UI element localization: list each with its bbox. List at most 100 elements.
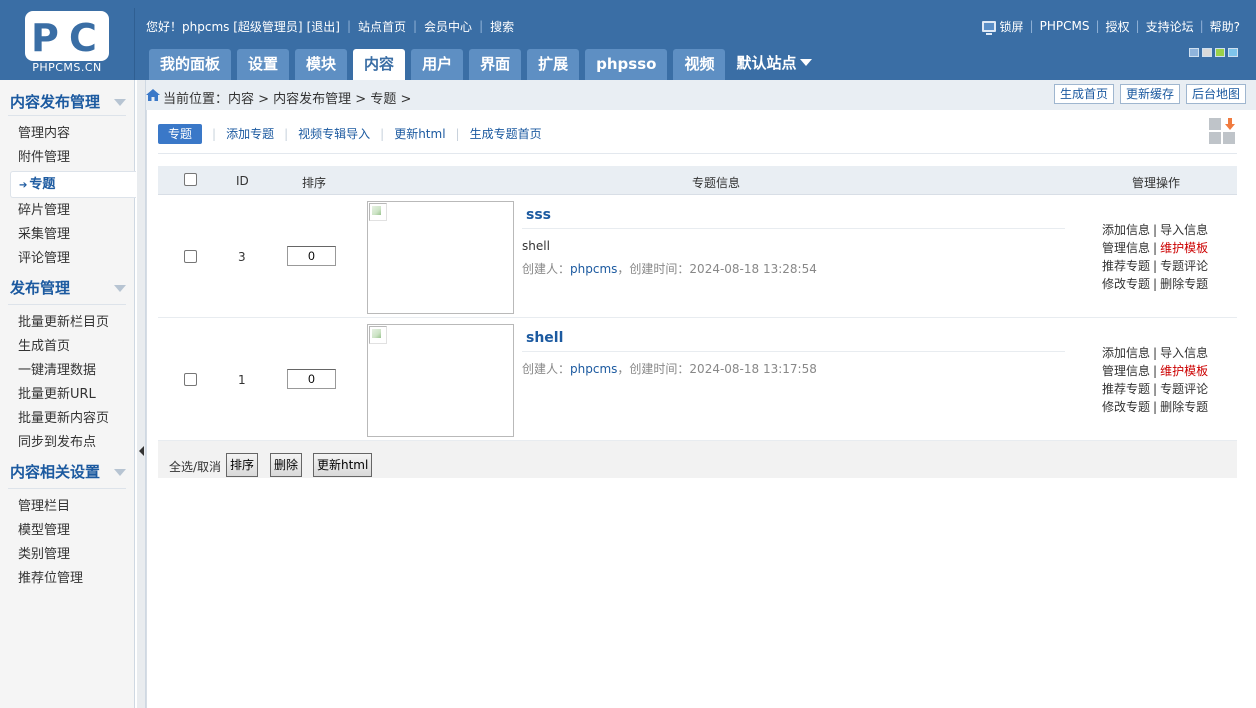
layout-toggle-icon[interactable] [1209, 118, 1236, 145]
sidebar-item[interactable]: ➔ 专题 [10, 171, 136, 198]
order-input[interactable] [287, 369, 336, 389]
arrow-right-icon: ➔ [19, 180, 28, 191]
site-selector[interactable]: 默认站点 [731, 49, 817, 80]
sidebar-item-label: 推荐位管理 [18, 571, 84, 586]
sidebar-item[interactable]: 附件管理 [0, 146, 134, 170]
nav-tab[interactable]: 界面 [469, 49, 522, 80]
delete-topic-link[interactable]: 删除专题 [1160, 400, 1208, 414]
recommend-topic-link[interactable]: 推荐专题 [1102, 259, 1150, 273]
sidebar-item[interactable]: 批量更新栏目页 [0, 311, 134, 335]
chevron-down-icon [114, 285, 126, 292]
select-all-checkbox[interactable] [184, 173, 197, 186]
phpcms-logo[interactable]: PC PHPCMS.CN [22, 11, 112, 74]
skin-swatch[interactable] [1202, 48, 1212, 57]
row-checkbox[interactable] [184, 373, 197, 386]
topic-description: shell [522, 239, 550, 253]
search-link[interactable]: 搜索 [490, 18, 514, 35]
topic-comments-link[interactable]: 专题评论 [1160, 259, 1208, 273]
topic-comments-link[interactable]: 专题评论 [1160, 382, 1208, 396]
sidebar-item[interactable]: 一键清理数据 [0, 359, 134, 383]
sidebar-item-label: 同步到发布点 [18, 435, 97, 450]
sidebar-item[interactable]: 采集管理 [0, 223, 134, 247]
maintain-template-link[interactable]: 维护模板 [1160, 364, 1208, 378]
import-video-album-link[interactable]: 视频专辑导入 [298, 124, 370, 144]
chevron-down-icon [800, 59, 813, 66]
sidebar-collapse-toggle[interactable] [137, 80, 146, 708]
creator-name-link[interactable]: phpcms [570, 362, 617, 376]
action-line: 修改专题 | 删除专题 [1102, 398, 1208, 416]
sidebar-item[interactable]: 管理内容 [0, 122, 134, 146]
update-html-button[interactable]: 更新html [313, 453, 373, 477]
nav-tab[interactable]: 扩展 [527, 49, 580, 80]
help-link[interactable]: 帮助? [1210, 18, 1240, 35]
site-home-link[interactable]: 站点首页 [358, 18, 406, 35]
nav-tab[interactable]: 内容 [353, 49, 406, 80]
sort-button[interactable]: 排序 [226, 453, 259, 477]
skin-swatch[interactable] [1228, 48, 1238, 57]
sidebar-group-title[interactable]: 内容相关设置 [0, 455, 134, 489]
nav-tab[interactable]: 设置 [237, 49, 290, 80]
nav-tab[interactable]: phpsso [585, 49, 668, 80]
nav-tab[interactable]: 模块 [295, 49, 348, 80]
manage-info-link[interactable]: 管理信息 [1102, 241, 1150, 255]
sidebar-item-label: 专题 [29, 177, 56, 192]
action-line: 推荐专题 | 专题评论 [1102, 257, 1208, 275]
row-checkbox[interactable] [184, 250, 197, 263]
delete-topic-link[interactable]: 删除专题 [1160, 277, 1208, 291]
generate-home-button[interactable]: 生成首页 [1053, 84, 1114, 104]
forum-link[interactable]: 支持论坛 [1146, 18, 1194, 35]
topic-thumbnail[interactable] [367, 201, 514, 314]
delete-button[interactable]: 删除 [270, 453, 303, 477]
tab-topics[interactable]: 专题 [158, 124, 203, 144]
creator-name-link[interactable]: phpcms [570, 262, 617, 276]
add-info-link[interactable]: 添加信息 [1102, 223, 1150, 237]
maintain-template-link[interactable]: 维护模板 [1160, 241, 1208, 255]
license-link[interactable]: 授权 [1106, 18, 1130, 35]
skin-switcher [1189, 48, 1238, 57]
select-all-toggle[interactable]: 全选/取消 [169, 458, 221, 475]
import-info-link[interactable]: 导入信息 [1160, 223, 1208, 237]
manage-info-link[interactable]: 管理信息 [1102, 364, 1150, 378]
sidebar-item[interactable]: 类别管理 [0, 543, 134, 567]
sidebar-item[interactable]: 管理栏目 [0, 495, 134, 519]
recommend-topic-link[interactable]: 推荐专题 [1102, 382, 1150, 396]
sidebar-item[interactable]: 生成首页 [0, 335, 134, 359]
member-center-link[interactable]: 会员中心 [424, 18, 472, 35]
sidebar-item[interactable]: 批量更新内容页 [0, 407, 134, 431]
nav-tab[interactable]: 视频 [673, 49, 726, 80]
topic-title-link[interactable]: shell [526, 330, 563, 346]
separator: | [413, 19, 418, 33]
nav-tab[interactable]: 用户 [411, 49, 464, 80]
order-input[interactable] [287, 246, 336, 266]
phpcms-link[interactable]: PHPCMS [1040, 19, 1090, 33]
topic-thumbnail[interactable] [367, 324, 514, 437]
sidebar-item-label: 碎片管理 [18, 203, 71, 218]
sidebar-item[interactable]: 批量更新URL [0, 383, 134, 407]
update-cache-button[interactable]: 更新缓存 [1119, 84, 1180, 104]
action-line: 管理信息 | 维护模板 [1102, 239, 1208, 257]
skin-swatch[interactable] [1215, 48, 1225, 57]
sitemap-button[interactable]: 后台地图 [1185, 84, 1246, 104]
sidebar-group-title[interactable]: 内容发布管理 [0, 80, 134, 116]
row-id: 3 [238, 250, 246, 264]
update-html-link[interactable]: 更新html [394, 124, 445, 144]
sidebar-group-title[interactable]: 发布管理 [0, 271, 134, 305]
add-info-link[interactable]: 添加信息 [1102, 346, 1150, 360]
sidebar-item[interactable]: 推荐位管理 [0, 567, 134, 591]
import-info-link[interactable]: 导入信息 [1160, 346, 1208, 360]
sidebar-item[interactable]: 同步到发布点 [0, 431, 134, 455]
skin-swatch[interactable] [1189, 48, 1199, 57]
sidebar-item-label: 评论管理 [18, 251, 71, 266]
lock-screen-link[interactable]: 锁屏 [1000, 18, 1024, 35]
topic-meta: 创建人：phpcms，创建时间：2024-08-18 13:17:58 [522, 360, 817, 377]
add-topic-link[interactable]: 添加专题 [226, 124, 274, 144]
edit-topic-link[interactable]: 修改专题 [1102, 400, 1150, 414]
edit-topic-link[interactable]: 修改专题 [1102, 277, 1150, 291]
sidebar-item[interactable]: 碎片管理 [0, 199, 134, 223]
generate-topic-home-link[interactable]: 生成专题首页 [470, 124, 542, 144]
logout-link[interactable]: [退出] [307, 18, 340, 35]
nav-tab[interactable]: 我的面板 [149, 49, 232, 80]
topic-title-link[interactable]: sss [526, 207, 551, 223]
sidebar-item[interactable]: 模型管理 [0, 519, 134, 543]
sidebar-item[interactable]: 评论管理 [0, 247, 134, 271]
